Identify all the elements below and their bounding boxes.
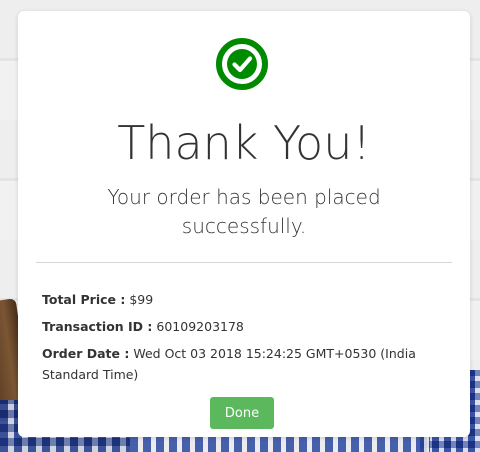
- check-circle-icon: [215, 37, 269, 91]
- done-button[interactable]: Done: [210, 397, 274, 429]
- order-date-label: Order Date :: [42, 346, 130, 361]
- divider: [36, 262, 452, 263]
- page-title: Thank You!: [117, 116, 371, 170]
- total-price-row: Total Price : $99: [42, 289, 454, 310]
- background-shirt: [130, 436, 430, 452]
- transaction-id-value: 60109203178: [156, 319, 244, 334]
- total-price-label: Total Price :: [42, 292, 126, 307]
- transaction-id-row: Transaction ID : 60109203178: [42, 316, 454, 337]
- total-price-value: $99: [129, 292, 154, 307]
- success-message: Your order has been placed successfully.: [107, 185, 381, 238]
- order-confirmation-modal: Thank You! Your order has been placed su…: [18, 11, 470, 437]
- order-date-row: Order Date : Wed Oct 03 2018 15:24:25 GM…: [42, 343, 454, 385]
- order-details: Total Price : $99 Transaction ID : 60109…: [42, 289, 454, 391]
- transaction-id-label: Transaction ID :: [42, 319, 153, 334]
